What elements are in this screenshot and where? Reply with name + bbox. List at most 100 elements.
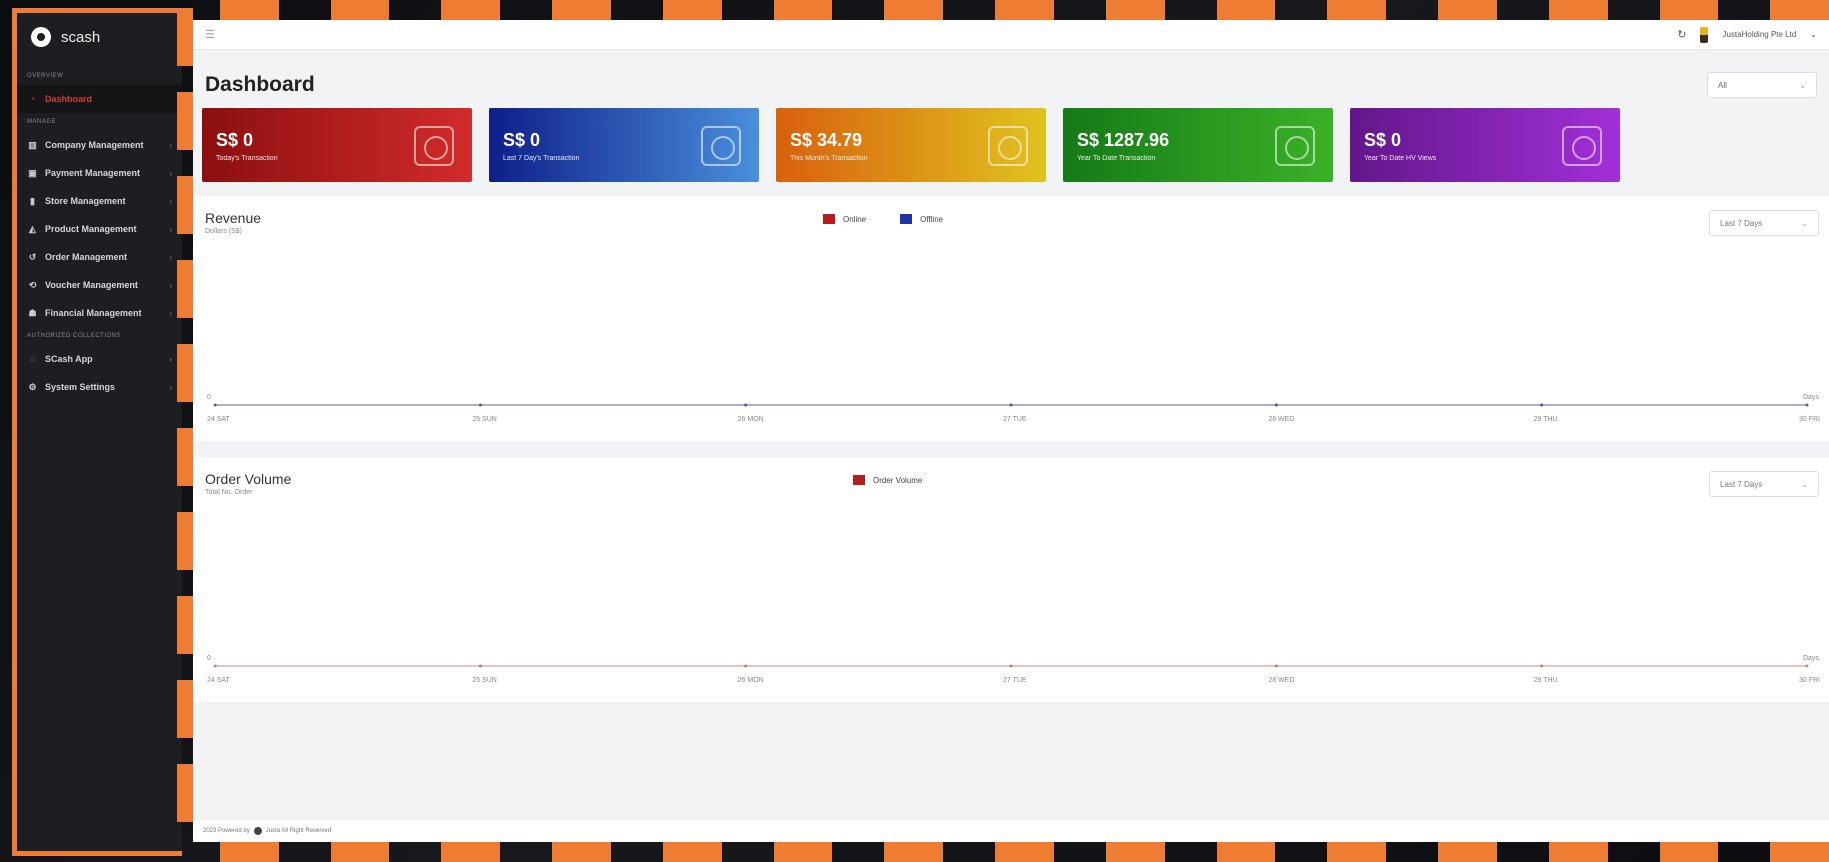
data-point xyxy=(1274,664,1278,668)
data-point xyxy=(1009,403,1013,407)
page-header: Dashboard All ⌄ xyxy=(193,50,1829,108)
chevron-right-icon: › xyxy=(169,382,172,392)
y-tick-label: 0 xyxy=(207,655,211,662)
x-tick-label: 24 SAT xyxy=(207,416,231,423)
chevron-down-icon: ⌄ xyxy=(1801,218,1808,228)
summary-card-year-to-date[interactable]: S$ 1287.96 Year To Date Transaction xyxy=(1063,108,1333,182)
footer-copyright: Justa All Right Reserved xyxy=(265,828,332,834)
refresh-icon[interactable]: ↻ xyxy=(1677,28,1686,41)
sidebar-item-scash-app[interactable]: ◌ SCash App › xyxy=(17,345,182,373)
scope-select-value: All xyxy=(1718,80,1727,90)
menu-toggle-icon[interactable]: ☰ xyxy=(205,28,215,41)
data-point xyxy=(213,403,217,407)
x-tick-label: 29 THU xyxy=(1534,677,1558,684)
brand-logo[interactable]: scash xyxy=(17,13,182,67)
sidebar-item-label: Company Management xyxy=(45,140,144,150)
data-point xyxy=(1540,664,1544,668)
legend-label: Online xyxy=(843,214,867,224)
summary-card-last-7-days[interactable]: S$ 0 Last 7 Day's Transaction xyxy=(489,108,759,182)
legend-swatch xyxy=(853,475,865,485)
footer-text: 2023 Powered by xyxy=(203,828,250,834)
summary-cards: S$ 0 Today's Transaction S$ 0 Last 7 Day… xyxy=(193,108,1829,182)
data-point xyxy=(744,403,748,407)
legend-item-order-volume[interactable]: Order Volume xyxy=(853,475,922,485)
order-volume-range-select[interactable]: Last 7 Days ⌄ xyxy=(1709,471,1819,497)
sidebar-item-voucher-management[interactable]: ⟲ Voucher Management › xyxy=(17,271,182,299)
x-tick-label: 26 MON xyxy=(738,416,764,423)
highlight-border-sidebar xyxy=(177,8,193,856)
brand-name: scash xyxy=(61,28,101,46)
sidebar-item-label: SCash App xyxy=(45,354,93,364)
summary-card-this-month[interactable]: S$ 34.79 This Month's Transaction xyxy=(776,108,1046,182)
chevron-down-icon: ⌄ xyxy=(1799,80,1806,90)
scope-select[interactable]: All ⌄ xyxy=(1707,72,1817,98)
sidebar-item-financial-management[interactable]: ☗ Financial Management › xyxy=(17,299,182,327)
revenue-title: Revenue xyxy=(205,210,262,226)
sidebar-item-dashboard[interactable]: ◔ Dashboard xyxy=(17,85,182,113)
order-volume-chart: 0 Days 24 SAT 25 SUN 26 MON 27 TUE 28 WED 29 TH… xyxy=(207,655,1820,684)
sidebar-item-label: Voucher Management xyxy=(45,280,138,290)
revenue-range-select[interactable]: Last 7 Days ⌄ xyxy=(1709,210,1819,236)
chevron-down-icon: ⌄ xyxy=(1801,479,1808,489)
payment-icon: ▣ xyxy=(28,167,37,178)
section-label-authorized: Authorized Collections xyxy=(27,333,122,339)
settings-icon: ⚙ xyxy=(28,381,37,392)
legend-item-offline[interactable]: Offline xyxy=(900,214,943,224)
order-volume-subtitle: Total No. Order xyxy=(205,489,253,496)
page-title: Dashboard xyxy=(205,73,315,96)
sidebar-item-company-management[interactable]: ▥ Company Management › xyxy=(17,131,182,159)
sidebar-item-label: Store Management xyxy=(45,196,126,206)
topbar-right: ↻ JustaHolding Pte Ltd ⌄ xyxy=(1677,26,1817,43)
range-select-value: Last 7 Days xyxy=(1720,479,1763,489)
finance-icon: ☗ xyxy=(28,307,37,318)
section-label-overview: Overview xyxy=(27,73,64,79)
legend-swatch xyxy=(900,214,913,224)
sidebar-item-product-management[interactable]: ◭ Product Management › xyxy=(17,215,182,243)
legend-swatch xyxy=(823,214,835,224)
x-tick-label: 27 TUE xyxy=(1003,677,1027,684)
sidebar-item-label: Financial Management xyxy=(45,308,142,318)
revenue-subtitle: Dollars (S$) xyxy=(205,228,242,235)
views-icon xyxy=(1562,126,1602,166)
data-point xyxy=(478,403,482,407)
data-point xyxy=(1009,664,1013,668)
legend-item-online[interactable]: Online xyxy=(823,214,866,224)
data-point xyxy=(478,664,482,668)
justa-logo-icon xyxy=(253,827,262,835)
sidebar-item-label: System Settings xyxy=(45,382,116,392)
x-tick-label: 25 SUN xyxy=(472,416,497,423)
sidebar-item-label: Order Management xyxy=(45,252,128,262)
product-icon: ◭ xyxy=(29,223,36,234)
sidebar-item-system-settings[interactable]: ⚙ System Settings › xyxy=(17,373,182,401)
x-axis-title: Days xyxy=(1803,394,1819,401)
order-volume-panel: 0 Days 24 SAT 25 SUN 26 MON 27 TUE 28 WED 29 TH… xyxy=(193,457,1829,702)
avatar[interactable] xyxy=(1700,26,1709,43)
transaction-icon xyxy=(414,126,454,166)
main-content: ☰ ↻ JustaHolding Pte Ltd ⌄ Dashboard All… xyxy=(193,20,1829,842)
sidebar-item-label: Product Management xyxy=(45,224,137,234)
chevron-right-icon: › xyxy=(169,252,172,262)
summary-card-today[interactable]: S$ 0 Today's Transaction xyxy=(202,108,472,182)
x-tick-label: 28 WED xyxy=(1268,677,1294,684)
x-tick-label: 24 SAT xyxy=(207,677,231,684)
data-point xyxy=(1805,664,1809,668)
transaction-icon xyxy=(988,126,1028,166)
range-select-value: Last 7 Days xyxy=(1720,218,1763,228)
order-volume-title: Order Volume xyxy=(205,471,292,487)
sidebar-item-payment-management[interactable]: ▣ Payment Management › xyxy=(17,159,182,187)
transaction-icon xyxy=(701,126,741,166)
company-name[interactable]: JustaHolding Pte Ltd xyxy=(1722,30,1796,39)
chevron-down-icon[interactable]: ⌄ xyxy=(1810,30,1817,39)
revenue-chart: 0 Days 24 SAT 25 SUN 26 MON 27 TUE 28 WED 29 TH… xyxy=(207,394,1820,423)
x-tick-label: 25 SUN xyxy=(472,677,497,684)
data-point xyxy=(1805,403,1809,407)
data-point xyxy=(1540,403,1544,407)
summary-card-hv-views[interactable]: S$ 0 Year To Date HV Views xyxy=(1350,108,1620,182)
store-icon: ▮ xyxy=(30,195,35,206)
x-tick-label: 26 MON xyxy=(738,677,764,684)
sidebar-item-store-management[interactable]: ▮ Store Management › xyxy=(17,187,182,215)
sidebar-item-order-management[interactable]: ↺ Order Management › xyxy=(17,243,182,271)
revenue-legend: Online Offline xyxy=(823,214,943,224)
x-tick-label: 30 FRI xyxy=(1799,416,1820,423)
data-point xyxy=(1274,403,1278,407)
